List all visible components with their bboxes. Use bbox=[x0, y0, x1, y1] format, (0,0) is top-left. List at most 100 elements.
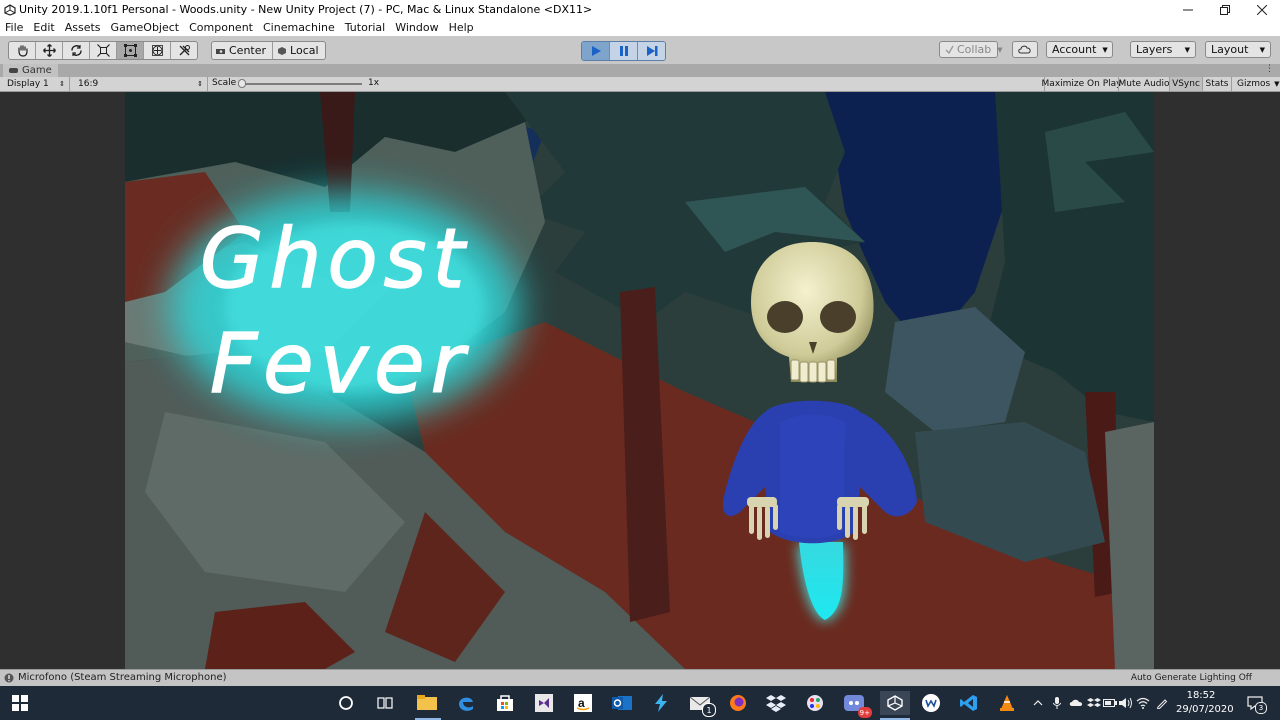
play-icon[interactable] bbox=[582, 42, 610, 60]
file-explorer-icon[interactable] bbox=[415, 691, 439, 715]
pivot-center-button[interactable]: Center bbox=[212, 42, 274, 59]
game-tab-strip: Game ⋮ bbox=[0, 64, 1280, 77]
edge-icon[interactable] bbox=[454, 691, 478, 715]
skull-eye-right bbox=[820, 301, 856, 333]
minimize-icon[interactable] bbox=[1169, 0, 1206, 19]
notification-center-icon[interactable]: 3 bbox=[1247, 695, 1267, 714]
menu-window[interactable]: Window bbox=[390, 21, 443, 34]
windows-taskbar: a 1 9+ 18:52 29/07/2020 3 bbox=[0, 686, 1280, 720]
notification-badge: 3 bbox=[1255, 702, 1267, 714]
transform-icon[interactable] bbox=[144, 42, 171, 59]
scale-icon[interactable] bbox=[90, 42, 117, 59]
maximize-on-play-label: Maximize On Play bbox=[1041, 79, 1122, 89]
account-label: Account bbox=[1052, 43, 1097, 56]
speaker-icon[interactable] bbox=[1119, 696, 1133, 710]
chevron-down-icon: ▼ bbox=[1274, 80, 1280, 88]
dropbox-tray-icon[interactable] bbox=[1087, 696, 1101, 710]
rotate-icon[interactable] bbox=[63, 42, 90, 59]
mail-icon[interactable]: 1 bbox=[688, 691, 716, 717]
skull-eye-left bbox=[767, 301, 803, 333]
window-title-bar: Unity 2019.1.10f1 Personal - Woods.unity… bbox=[0, 0, 1280, 19]
layers-dropdown[interactable]: Layers ▼ bbox=[1130, 41, 1196, 58]
collab-label: Collab bbox=[957, 43, 992, 56]
vlc-icon[interactable] bbox=[995, 691, 1019, 715]
unity-icon[interactable] bbox=[880, 691, 910, 715]
gizmos-dropdown[interactable]: Gizmos ▼ bbox=[1231, 77, 1280, 91]
console-message[interactable]: Microfono (Steam Streaming Microphone) bbox=[4, 672, 227, 683]
close-icon[interactable] bbox=[1243, 0, 1280, 19]
custom-tool-icon[interactable] bbox=[171, 42, 197, 59]
mute-audio-label: Mute Audio bbox=[1118, 79, 1170, 89]
window-title: Unity 2019.1.10f1 Personal - Woods.unity… bbox=[19, 3, 593, 16]
menu-assets[interactable]: Assets bbox=[60, 21, 106, 34]
vsync-toggle[interactable]: VSync bbox=[1169, 77, 1202, 91]
space-label: Local bbox=[290, 44, 319, 57]
start-icon[interactable] bbox=[8, 691, 32, 715]
vscode-icon[interactable] bbox=[957, 691, 981, 715]
visual-studio-icon[interactable] bbox=[532, 691, 556, 715]
menu-component[interactable]: Component bbox=[184, 21, 258, 34]
pen-icon[interactable] bbox=[1155, 696, 1169, 710]
store-icon[interactable] bbox=[493, 691, 517, 715]
hand-icon[interactable] bbox=[9, 42, 36, 59]
menu-cinemachine[interactable]: Cinemachine bbox=[258, 21, 340, 34]
pivot-toggles: Center Local bbox=[211, 41, 326, 60]
ghost-sweater-front bbox=[780, 414, 845, 538]
chevron-up-icon[interactable] bbox=[1031, 696, 1045, 710]
tab-game[interactable]: Game bbox=[3, 64, 58, 77]
microphone-icon[interactable] bbox=[1050, 696, 1064, 710]
paint-icon[interactable] bbox=[803, 691, 827, 715]
scale-value: 1x bbox=[368, 78, 380, 88]
play-controls bbox=[581, 41, 666, 61]
collab-dropdown[interactable]: Collab ▼ bbox=[939, 41, 1003, 58]
pivot-label: Center bbox=[229, 44, 267, 57]
restore-icon[interactable] bbox=[1206, 0, 1243, 19]
tab-menu-icon[interactable]: ⋮ bbox=[1265, 64, 1274, 74]
cortana-icon[interactable] bbox=[334, 691, 358, 715]
svg-text:a: a bbox=[578, 696, 585, 710]
logo-line-1: Ghost bbox=[200, 212, 471, 307]
amazon-icon[interactable]: a bbox=[571, 691, 595, 715]
taskbar-clock[interactable]: 18:52 29/07/2020 bbox=[1176, 689, 1234, 717]
step-icon[interactable] bbox=[638, 42, 665, 60]
menu-gameobject[interactable]: GameObject bbox=[106, 21, 185, 34]
task-view-icon[interactable] bbox=[373, 691, 397, 715]
pivot-local-button[interactable]: Local bbox=[273, 42, 325, 59]
dropbox-icon[interactable] bbox=[764, 691, 788, 715]
firefox-icon[interactable] bbox=[726, 691, 750, 715]
storm-icon[interactable] bbox=[649, 691, 673, 715]
maximize-on-play-toggle[interactable]: Maximize On Play bbox=[1042, 77, 1121, 91]
menu-help[interactable]: Help bbox=[444, 21, 479, 34]
display-dropdown[interactable]: Display 1 ⇕ bbox=[3, 77, 70, 91]
pause-icon[interactable] bbox=[610, 42, 638, 60]
layout-label: Layout bbox=[1211, 43, 1249, 56]
main-toolbar: Center Local Collab ▼ Account▼ Layers▼ bbox=[0, 36, 1280, 65]
menu-tutorial[interactable]: Tutorial bbox=[340, 21, 390, 34]
discord-icon[interactable]: 9+ bbox=[842, 691, 872, 718]
game-controller-icon bbox=[9, 68, 18, 73]
battery-icon[interactable] bbox=[1103, 696, 1117, 710]
mute-audio-toggle[interactable]: Mute Audio bbox=[1118, 77, 1170, 91]
menu-edit[interactable]: Edit bbox=[28, 21, 59, 34]
scene-artwork: Ghost Fever bbox=[125, 92, 1154, 669]
wattpad-icon[interactable] bbox=[919, 691, 943, 715]
menu-file[interactable]: File bbox=[0, 21, 28, 34]
check-icon bbox=[945, 45, 954, 54]
stats-toggle[interactable]: Stats bbox=[1202, 77, 1231, 91]
move-icon[interactable] bbox=[36, 42, 63, 59]
game-render[interactable]: Ghost Fever bbox=[125, 92, 1154, 669]
local-space-icon bbox=[278, 46, 287, 55]
vsync-label: VSync bbox=[1172, 79, 1200, 89]
layout-dropdown[interactable]: Layout ▼ bbox=[1205, 41, 1271, 58]
outlook-icon[interactable] bbox=[610, 691, 634, 715]
wifi-icon[interactable] bbox=[1136, 696, 1150, 710]
layers-label: Layers bbox=[1136, 43, 1173, 56]
aspect-dropdown[interactable]: 16:9 ⇕ bbox=[74, 77, 208, 91]
scale-slider-track[interactable] bbox=[240, 83, 362, 85]
cloud-button[interactable] bbox=[1012, 41, 1038, 58]
onedrive-icon[interactable] bbox=[1069, 696, 1083, 710]
account-dropdown[interactable]: Account ▼ bbox=[1046, 41, 1113, 58]
unity-logo-icon bbox=[3, 3, 17, 17]
rect-icon[interactable] bbox=[117, 42, 144, 59]
scale-slider-thumb[interactable] bbox=[238, 79, 247, 88]
